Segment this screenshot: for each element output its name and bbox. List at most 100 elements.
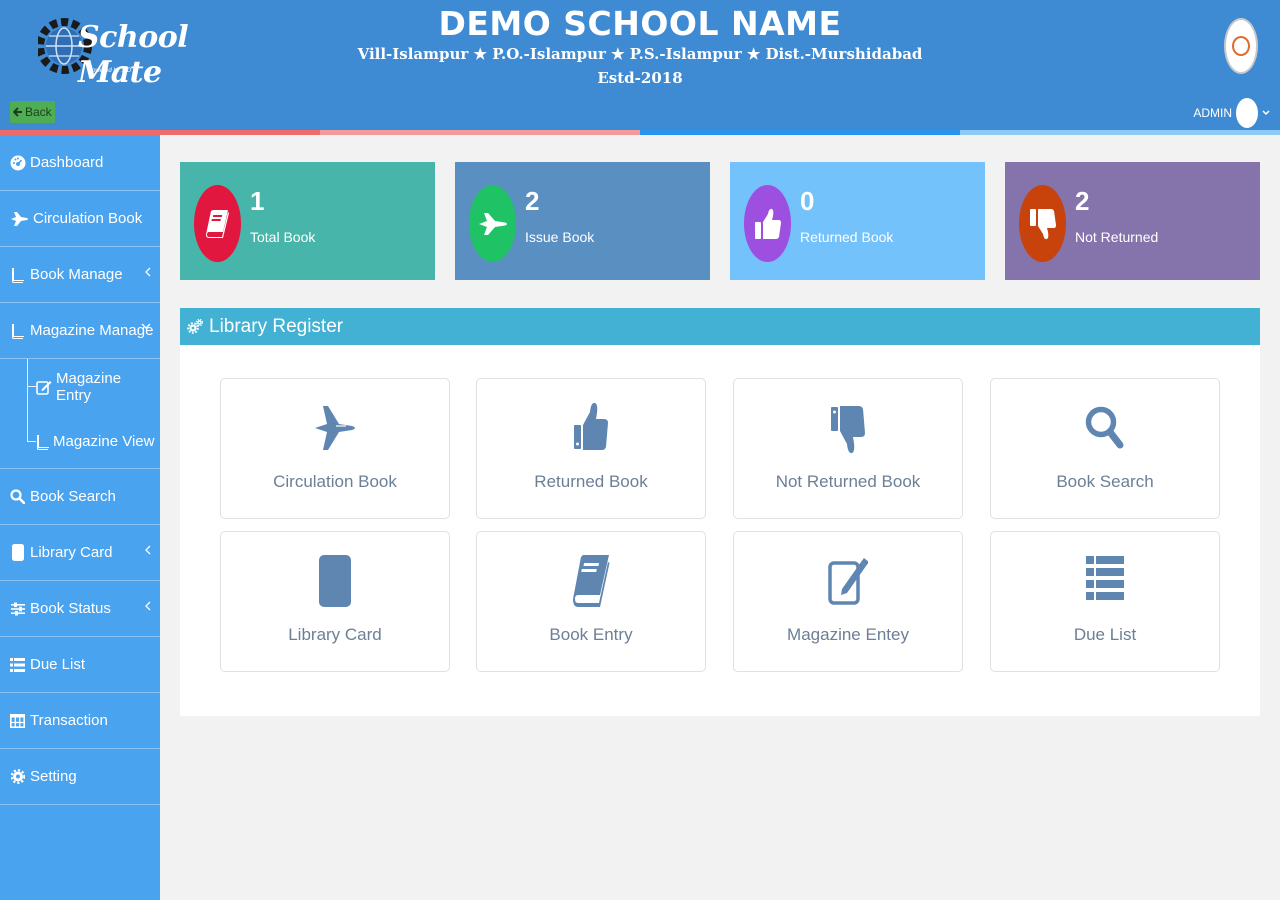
stat-label: Not Returned	[1075, 229, 1159, 245]
stat-card-not-returned[interactable]: 2 Not Returned	[1005, 162, 1260, 280]
gears-icon	[187, 318, 203, 334]
tile-library-card[interactable]: Library Card	[220, 531, 450, 672]
sidebar-item-dashboard[interactable]: Dashboard	[0, 135, 160, 191]
admin-menu[interactable]: ADMIN	[1193, 98, 1270, 128]
sidebar-item-book-status[interactable]: Book Status	[0, 581, 160, 637]
school-name: DEMO SCHOOL NAME	[438, 4, 842, 43]
stat-value: 0	[800, 186, 815, 216]
book-icon	[9, 322, 26, 339]
edit-icon	[734, 554, 962, 608]
sidebar-item-label: Transaction	[30, 712, 108, 729]
card-icon	[9, 544, 26, 561]
stat-card-returned-book[interactable]: 0 Returned Book	[730, 162, 985, 280]
search-icon	[9, 488, 26, 505]
back-label: Back	[25, 105, 52, 119]
sidebar-item-label: Circulation Book	[33, 210, 143, 227]
dashboard-icon	[9, 154, 26, 171]
avatar	[1236, 98, 1258, 128]
sidebar-item-label: Setting	[30, 768, 77, 785]
sidebar-item-circulation-book[interactable]: Circulation Book	[0, 191, 160, 247]
stat-label: Issue Book	[525, 229, 595, 245]
submenu-label: Magazine View	[53, 433, 155, 450]
stat-value: 2	[525, 186, 540, 216]
school-emblem-icon	[1224, 18, 1258, 74]
tile-circulation-book[interactable]: Circulation Book	[220, 378, 450, 519]
list-icon	[991, 554, 1219, 608]
book-icon	[36, 433, 49, 450]
chevron-down-icon	[141, 323, 151, 329]
thumbs-down-icon	[734, 401, 962, 455]
tile-label: Not Returned Book	[775, 472, 921, 491]
sidebar-item-label: Magazine Manage	[30, 322, 154, 339]
back-button[interactable]: Back	[10, 101, 55, 123]
tile-label: Returned Book	[534, 472, 648, 491]
plane-icon	[221, 401, 449, 455]
stat-icon-circle	[1019, 185, 1066, 262]
chevron-left-icon	[145, 601, 151, 611]
tile-magazine-entey[interactable]: Magazine Entey	[733, 531, 963, 672]
tile-book-entry[interactable]: Book Entry	[476, 531, 706, 672]
stat-card-total-book[interactable]: 1 Total Book	[180, 162, 435, 280]
thumbs-down-icon	[1029, 208, 1056, 239]
school-address: Vill-Islampur ★ P.O.-Islampur ★ P.S.-Isl…	[357, 45, 923, 63]
thumbs-up-icon	[754, 208, 781, 239]
tile-not-returned-book[interactable]: Not Returned Book	[733, 378, 963, 519]
chevron-left-icon	[145, 545, 151, 555]
sidebar-item-label: Due List	[30, 656, 86, 673]
sidebar-item-label: Library Card	[30, 544, 113, 561]
header-stripe-blue	[640, 130, 960, 135]
admin-label: ADMIN	[1193, 106, 1232, 120]
plane-icon	[9, 210, 29, 227]
tile-label: Book Entry	[549, 625, 633, 644]
stat-icon-circle	[194, 185, 241, 262]
library-register-panel: Library Register Circulation Book Return…	[180, 308, 1260, 716]
tile-label: Magazine Entey	[787, 625, 909, 644]
stat-card-issue-book[interactable]: 2 Issue Book	[455, 162, 710, 280]
edit-icon	[36, 379, 52, 395]
header-stripe-lightblue	[960, 130, 1280, 135]
tile-book-search[interactable]: Book Search	[990, 378, 1220, 519]
sidebar-item-label: Book Status	[30, 600, 111, 617]
stat-value: 2	[1075, 186, 1090, 216]
book-icon	[205, 209, 229, 238]
panel-title: Library Register	[209, 315, 344, 337]
sliders-icon	[9, 600, 26, 617]
search-icon	[991, 401, 1219, 455]
book-icon	[477, 554, 705, 608]
sidebar-item-setting[interactable]: Setting	[0, 749, 160, 805]
tile-label: Circulation Book	[273, 472, 397, 491]
card-icon	[221, 554, 449, 608]
header-stripe-pink	[320, 130, 640, 135]
stat-label: Total Book	[250, 229, 316, 245]
stat-icon-circle	[469, 185, 516, 262]
submenu-label: Magazine Entry	[56, 369, 122, 404]
panel-header: Library Register	[180, 308, 1260, 345]
sidebar-item-label: Dashboard	[30, 154, 104, 171]
sidebar-item-book-manage[interactable]: Book Manage	[0, 247, 160, 303]
sidebar-item-book-search[interactable]: Book Search	[0, 469, 160, 525]
tile-due-list[interactable]: Due List	[990, 531, 1220, 672]
sidebar-item-library-card[interactable]: Library Card	[0, 525, 160, 581]
sidebar-item-label: Book Search	[30, 488, 116, 505]
sidebar-item-due-list[interactable]: Due List	[0, 637, 160, 693]
tile-label: Book Search	[1056, 472, 1154, 491]
thumbs-up-icon	[477, 401, 705, 455]
chevron-down-icon	[1262, 110, 1270, 116]
tile-label: Library Card	[288, 625, 382, 644]
sidebar-item-magazine-manage[interactable]: Magazine Manage	[0, 303, 160, 359]
book-icon	[9, 266, 26, 283]
app-header: School Mate Powered by S D I DEMO SCHOOL…	[0, 0, 1280, 130]
stat-icon-circle	[744, 185, 791, 262]
plane-icon	[478, 212, 507, 235]
sidebar-item-label: Book Manage	[30, 266, 123, 283]
sidebar-item-magazine-view[interactable]: Magazine View	[0, 414, 160, 469]
gear-icon	[9, 768, 26, 785]
sidebar: Dashboard Circulation Book Book Manage M…	[0, 135, 160, 900]
list-icon	[9, 656, 26, 673]
magazine-submenu: Magazine Entry Magazine View	[0, 359, 160, 469]
sidebar-item-transaction[interactable]: Transaction	[0, 693, 160, 749]
sidebar-item-magazine-entry[interactable]: Magazine Entry	[0, 359, 160, 414]
tile-returned-book[interactable]: Returned Book	[476, 378, 706, 519]
tile-label: Due List	[1073, 625, 1137, 644]
emblem-ring	[1232, 36, 1250, 56]
